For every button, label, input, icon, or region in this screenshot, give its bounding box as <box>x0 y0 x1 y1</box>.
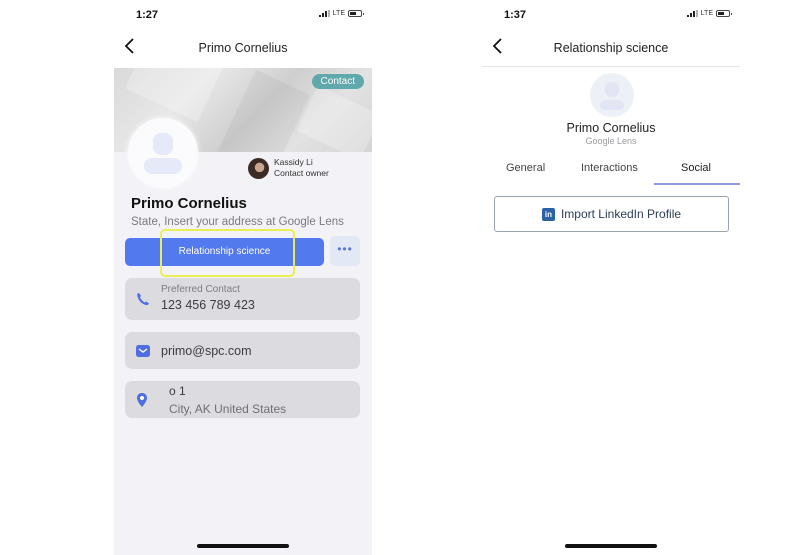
contact-type-badge: Contact <box>311 74 364 89</box>
tab-bar: General Interactions Social <box>482 160 740 186</box>
linkedin-icon: in <box>541 207 555 221</box>
battery-icon <box>716 10 732 17</box>
phone-card[interactable]: Preferred Contact 123 456 789 423 <box>125 278 360 320</box>
contact-avatar[interactable] <box>128 118 198 188</box>
owner-role: Contact owner <box>274 168 329 178</box>
contact-address-summary: State, Insert your address at Google Len… <box>131 216 344 228</box>
active-tab-indicator <box>654 183 740 185</box>
email-card[interactable]: primo@spc.com <box>125 332 360 369</box>
contact-name: Primo Cornelius <box>131 195 247 212</box>
status-time: 1:27 <box>136 9 159 21</box>
status-time: 1:37 <box>504 9 527 21</box>
relationship-science-button[interactable]: Relationship science <box>125 238 324 266</box>
phone-value: 123 456 789 423 <box>161 298 255 312</box>
nav-divider <box>482 66 740 67</box>
network-label: LTE <box>332 10 345 17</box>
page-title: Relationship science <box>553 41 669 55</box>
import-linkedin-label: Import LinkedIn Profile <box>560 207 682 221</box>
contact-owner[interactable]: Kassidy Li Contact owner <box>248 157 329 179</box>
phone-icon <box>137 293 149 306</box>
contact-avatar <box>590 73 634 117</box>
network-label: LTE <box>700 10 713 17</box>
email-value: primo@spc.com <box>161 344 252 358</box>
import-linkedin-button[interactable]: in Import LinkedIn Profile <box>494 196 729 232</box>
address-card[interactable]: o 1 City, AK United States <box>125 381 360 418</box>
tab-general[interactable]: General <box>506 162 545 174</box>
owner-name: Kassidy Li <box>274 157 313 167</box>
address-line1: o 1 <box>169 384 186 398</box>
contact-name: Primo Cornelius <box>566 121 656 135</box>
signal-icon <box>318 10 330 17</box>
page-title: Primo Cornelius <box>198 41 288 55</box>
home-indicator <box>565 544 657 548</box>
address-line2: City, AK United States <box>169 402 287 416</box>
email-icon <box>136 345 150 357</box>
more-options-button[interactable]: ••• <box>330 236 360 266</box>
status-icons: LTE <box>686 10 732 17</box>
nav-bar: Primo Cornelius <box>114 36 372 62</box>
nav-bar: Relationship science <box>482 36 740 62</box>
status-icons: LTE <box>318 10 364 17</box>
home-indicator <box>197 544 289 548</box>
contact-company: Google Lens <box>585 136 637 146</box>
phone-label: Preferred Contact <box>161 284 240 295</box>
tab-social[interactable]: Social <box>681 162 711 174</box>
location-pin-icon <box>137 393 147 407</box>
tab-interactions[interactable]: Interactions <box>581 162 638 174</box>
relationship-science-screen: 1:37 LTE Relationship science Primo Corn… <box>482 0 740 555</box>
owner-avatar <box>248 157 269 179</box>
battery-icon <box>348 10 364 17</box>
signal-icon <box>686 10 698 17</box>
contact-detail-screen: 1:27 LTE Primo Cornelius Contact Kassidy… <box>114 0 372 555</box>
